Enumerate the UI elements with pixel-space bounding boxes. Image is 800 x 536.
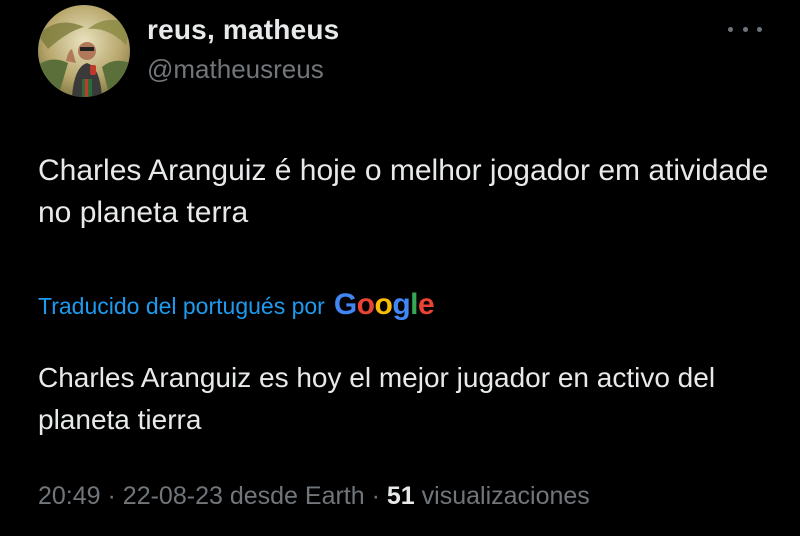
tweet: reus, matheus @matheusreus Charles Arang… [0,0,800,536]
translated-text: Charles Aranguiz es hoy el mejor jugador… [38,362,716,435]
google-logo-letter: o [356,288,375,321]
google-logo-letter: G [333,288,357,321]
meta-separator-2: · [371,482,380,510]
google-logo-letter: e [418,288,435,321]
tweet-date[interactable]: 22-08-23 [123,482,223,510]
more-horizontal-icon-dot-2 [742,26,748,32]
more-horizontal-icon-dot-3 [757,26,762,32]
tweet-source: desde Earth [229,482,365,510]
tweet-meta: 20:49 · 22-08-23 desde Earth · 51 visual… [38,482,590,511]
translation-attribution[interactable]: Traducido del portugués por Google [38,288,435,322]
more-options-button[interactable] [728,18,762,40]
google-logo-letter: g [392,288,411,321]
tweet-text: Charles Aranguiz é hoje o melhor jogador… [38,154,769,229]
views-count[interactable]: 51 [387,482,415,510]
avatar[interactable] [38,5,130,97]
translation-label[interactable]: Traducido del portugués por [38,293,325,320]
views-label: visualizaciones [421,482,590,510]
google-logo-letter: o [374,288,393,321]
avatar-photo-icon [38,5,130,97]
google-logo: Google [333,288,435,322]
more-horizontal-icon [728,26,733,32]
author-display-name[interactable]: reus, matheus [147,14,339,46]
meta-separator: · [107,482,116,510]
author-handle[interactable]: @matheusreus [147,54,324,85]
google-logo-letter: l [410,288,418,321]
tweet-time[interactable]: 20:49 [38,482,101,510]
